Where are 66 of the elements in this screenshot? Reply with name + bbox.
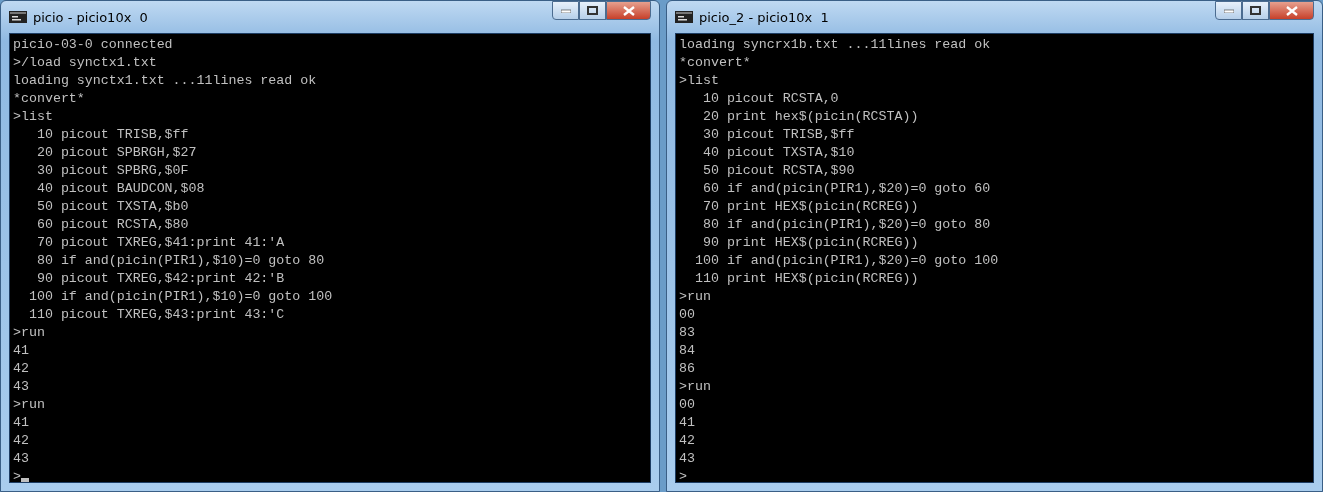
- minimize-button[interactable]: [552, 1, 579, 20]
- console-line: 43: [13, 450, 29, 468]
- console-line: >: [679, 468, 687, 482]
- console-line: 60 if and(picin(PIR1),$20)=0 goto 60: [701, 180, 991, 198]
- console-line: >run: [679, 288, 711, 306]
- console-line: 70 picout TXREG,$41:print 41:'A: [35, 234, 285, 252]
- console-line: >: [13, 468, 29, 482]
- console-line: 43: [679, 450, 695, 468]
- console-line: 41: [13, 342, 29, 360]
- console-line: 83: [679, 324, 695, 342]
- close-button[interactable]: [1269, 1, 1314, 20]
- console-line: 00: [679, 396, 695, 414]
- console-line: loading syncrx1b.txt ...11lines read ok: [679, 36, 991, 54]
- window-title: picio - picio10x 0: [33, 9, 149, 25]
- console-line: 40 picout BAUDCON,$08: [35, 180, 205, 198]
- console-line: 110 picout TXREG,$43:print 43:'C: [27, 306, 285, 324]
- console-line: 30 picout SPBRG,$0F: [35, 162, 189, 180]
- close-icon: [622, 5, 635, 16]
- console-line: 100 if and(picin(PIR1),$10)=0 goto 100: [27, 288, 333, 306]
- console-line: *convert*: [13, 90, 85, 108]
- console-line: 10 picout RCSTA,0: [701, 90, 839, 108]
- console-line: 50 picout RCSTA,$90: [701, 162, 855, 180]
- console-line: 40 picout TXSTA,$10: [701, 144, 855, 162]
- console-line: 110 print HEX$(picin(RCREG)): [693, 270, 919, 288]
- console-line: 41: [13, 414, 29, 432]
- console-line: 42: [13, 360, 29, 378]
- console-line: 86: [679, 360, 695, 378]
- console-line: 10 picout TRISB,$ff: [35, 126, 189, 144]
- console-line: 43: [13, 378, 29, 396]
- console-line: 42: [679, 432, 695, 450]
- console-line: 80 if and(picin(PIR1),$20)=0 goto 80: [701, 216, 991, 234]
- close-icon: [1285, 5, 1298, 16]
- console-line: 70 print HEX$(picin(RCREG)): [701, 198, 919, 216]
- console-line: 41: [679, 414, 695, 432]
- console-icon: [675, 11, 693, 23]
- console-line: >list: [679, 72, 719, 90]
- maximize-button[interactable]: [1242, 1, 1269, 20]
- close-button[interactable]: [606, 1, 651, 20]
- console-line: >run: [13, 396, 45, 414]
- minimize-button[interactable]: [1215, 1, 1242, 20]
- console-line: 100 if and(picin(PIR1),$20)=0 goto 100: [693, 252, 999, 270]
- console-line: 90 print HEX$(picin(RCREG)): [701, 234, 919, 252]
- window-title: picio_2 - picio10x 1: [699, 9, 830, 25]
- maximize-icon: [587, 6, 598, 15]
- maximize-button[interactable]: [579, 1, 606, 20]
- console-line: 84: [679, 342, 695, 360]
- console-line: >/load synctx1.txt: [13, 54, 157, 72]
- console-line: 20 print hex$(picin(RCSTA)): [701, 108, 919, 126]
- console-line: 30 picout TRISB,$ff: [701, 126, 855, 144]
- console-line: 90 picout TXREG,$42:print 42:'B: [35, 270, 285, 288]
- console-line: 60 picout RCSTA,$80: [35, 216, 189, 234]
- console-line: >run: [679, 378, 711, 396]
- console-line: loading synctx1.txt ...11lines read ok: [13, 72, 317, 90]
- maximize-icon: [1250, 6, 1261, 15]
- console-line: picio-03-0 connected: [13, 36, 173, 54]
- console-line: 42: [13, 432, 29, 450]
- console-line: >list: [13, 108, 53, 126]
- console-line: 20 picout SPBRGH,$27: [35, 144, 197, 162]
- console-line: 80 if and(picin(PIR1),$10)=0 goto 80: [35, 252, 325, 270]
- console-line: *convert*: [679, 54, 751, 72]
- console-icon: [9, 11, 27, 23]
- minimize-icon: [560, 8, 571, 13]
- console-line: 00: [679, 306, 695, 324]
- console-line: >run: [13, 324, 45, 342]
- console-line: 50 picout TXSTA,$b0: [35, 198, 189, 216]
- minimize-icon: [1223, 8, 1234, 13]
